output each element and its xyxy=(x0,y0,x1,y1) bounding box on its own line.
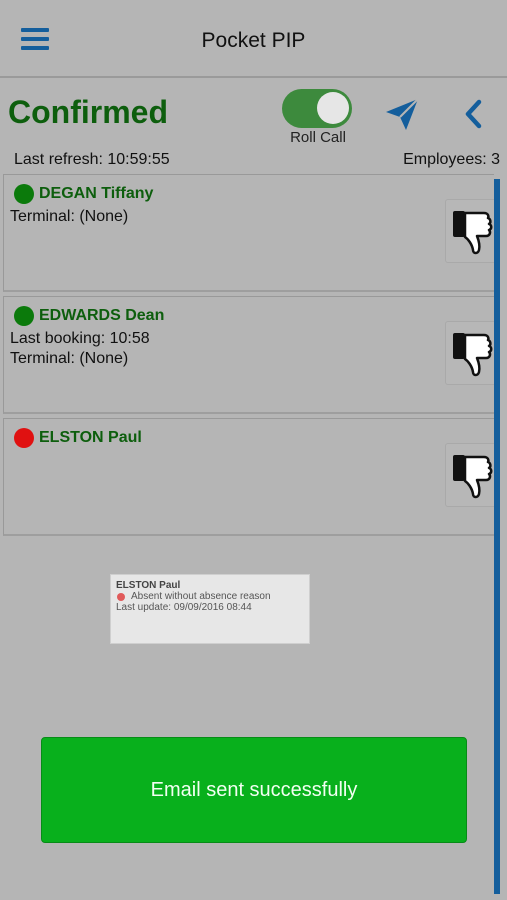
status-dot xyxy=(14,428,34,448)
employee-detail: Terminal: (None) xyxy=(10,208,129,225)
thumbs-down-button[interactable] xyxy=(445,321,499,385)
status-dot xyxy=(14,306,34,326)
thumbs-down-icon xyxy=(453,333,493,377)
status-title: Confirmed xyxy=(8,94,168,130)
roll-call-label: Roll Call xyxy=(290,129,346,146)
last-refresh: Last refresh: 10:59:55 xyxy=(14,151,170,168)
toast-message: Email sent successfully xyxy=(41,737,467,843)
employee-name: ELSTON Paul xyxy=(39,429,142,446)
roll-call-toggle[interactable] xyxy=(282,89,352,128)
employee-card[interactable]: EDWARDS Dean Last booking: 10:58 Termina… xyxy=(3,296,499,414)
employee-detail: Last booking: 10:58 xyxy=(10,330,150,347)
employee-name: EDWARDS Dean xyxy=(39,307,165,324)
send-icon[interactable] xyxy=(384,96,420,132)
app-title: Pocket PIP xyxy=(201,29,306,52)
tooltip-name: ELSTON Paul xyxy=(116,580,181,591)
thumbs-down-icon xyxy=(453,211,493,255)
thumbs-down-button[interactable] xyxy=(445,199,499,263)
employee-tooltip: ELSTON Paul Absent without absence reaso… xyxy=(110,574,310,644)
tooltip-status-dot xyxy=(117,593,125,601)
thumbs-down-button[interactable] xyxy=(445,443,499,507)
employee-card[interactable]: ELSTON Paul xyxy=(3,418,499,536)
toggle-knob xyxy=(317,92,349,124)
status-dot xyxy=(14,184,34,204)
back-chevron-icon[interactable] xyxy=(460,98,486,130)
scrollbar[interactable] xyxy=(494,179,500,894)
tooltip-last-update: Last update: 09/09/2016 08:44 xyxy=(116,602,252,613)
thumbs-down-icon xyxy=(453,455,493,499)
employee-name: DEGAN Tiffany xyxy=(39,185,154,202)
employee-count: Employees: 3 xyxy=(403,151,500,168)
employee-detail: Terminal: (None) xyxy=(10,350,129,367)
employee-card[interactable]: DEGAN Tiffany Terminal: (None) xyxy=(3,174,499,292)
tooltip-reason: Absent without absence reason xyxy=(131,591,271,602)
app-header: Pocket PIP xyxy=(0,0,507,78)
